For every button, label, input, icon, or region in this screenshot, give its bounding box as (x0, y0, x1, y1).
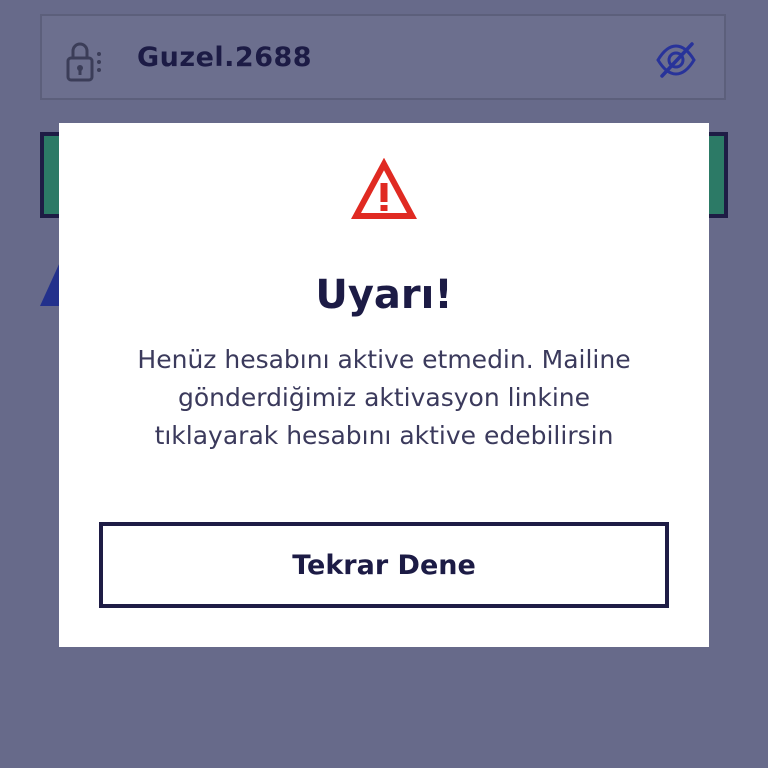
warning-dialog: Uyarı! Henüz hesabını aktive etmedin. Ma… (59, 123, 709, 647)
password-value: Guzel.2688 (137, 42, 313, 73)
dialog-message: Henüz hesabını aktive etmedin. Mailine g… (137, 345, 631, 450)
eye-off-icon[interactable] (654, 38, 698, 82)
warning-icon (351, 158, 417, 219)
dialog-title: Uyarı! (315, 272, 453, 318)
screen: Guzel.2688 Uyarı! Henüz hesabını aktive … (0, 0, 768, 768)
retry-button[interactable]: Tekrar Dene (99, 522, 669, 608)
lock-icon (66, 42, 101, 82)
password-field[interactable]: Guzel.2688 (40, 14, 726, 100)
background-decoration (40, 262, 60, 306)
